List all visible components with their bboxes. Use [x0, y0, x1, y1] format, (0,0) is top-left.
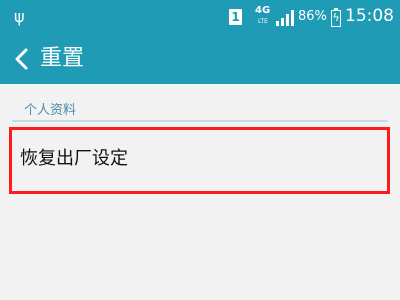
settings-content: 个人资料 恢复出厂设定 — [0, 84, 400, 300]
battery-charging-icon: ϟ — [331, 8, 341, 27]
sim-icon: 1 — [229, 9, 242, 25]
page-title: 重置 — [40, 46, 85, 71]
chevron-left-icon[interactable] — [10, 46, 34, 72]
factory-reset-label: 恢复出厂设定 — [20, 148, 128, 169]
clock: 15:08 — [345, 6, 394, 26]
section-divider — [12, 120, 388, 122]
section-header: 个人资料 — [24, 103, 77, 118]
action-bar: 重置 — [0, 34, 400, 84]
usb-icon: ψ — [14, 7, 25, 26]
network-type: 4G — [255, 5, 271, 16]
network-subtype: LTE — [258, 18, 268, 25]
battery-percent: 86% — [298, 9, 327, 24]
factory-reset-item[interactable]: 恢复出厂设定 — [9, 127, 390, 194]
signal-icon — [276, 10, 294, 26]
status-bar: ψ 1 4G LTE 86% ϟ 15:08 — [0, 0, 400, 34]
